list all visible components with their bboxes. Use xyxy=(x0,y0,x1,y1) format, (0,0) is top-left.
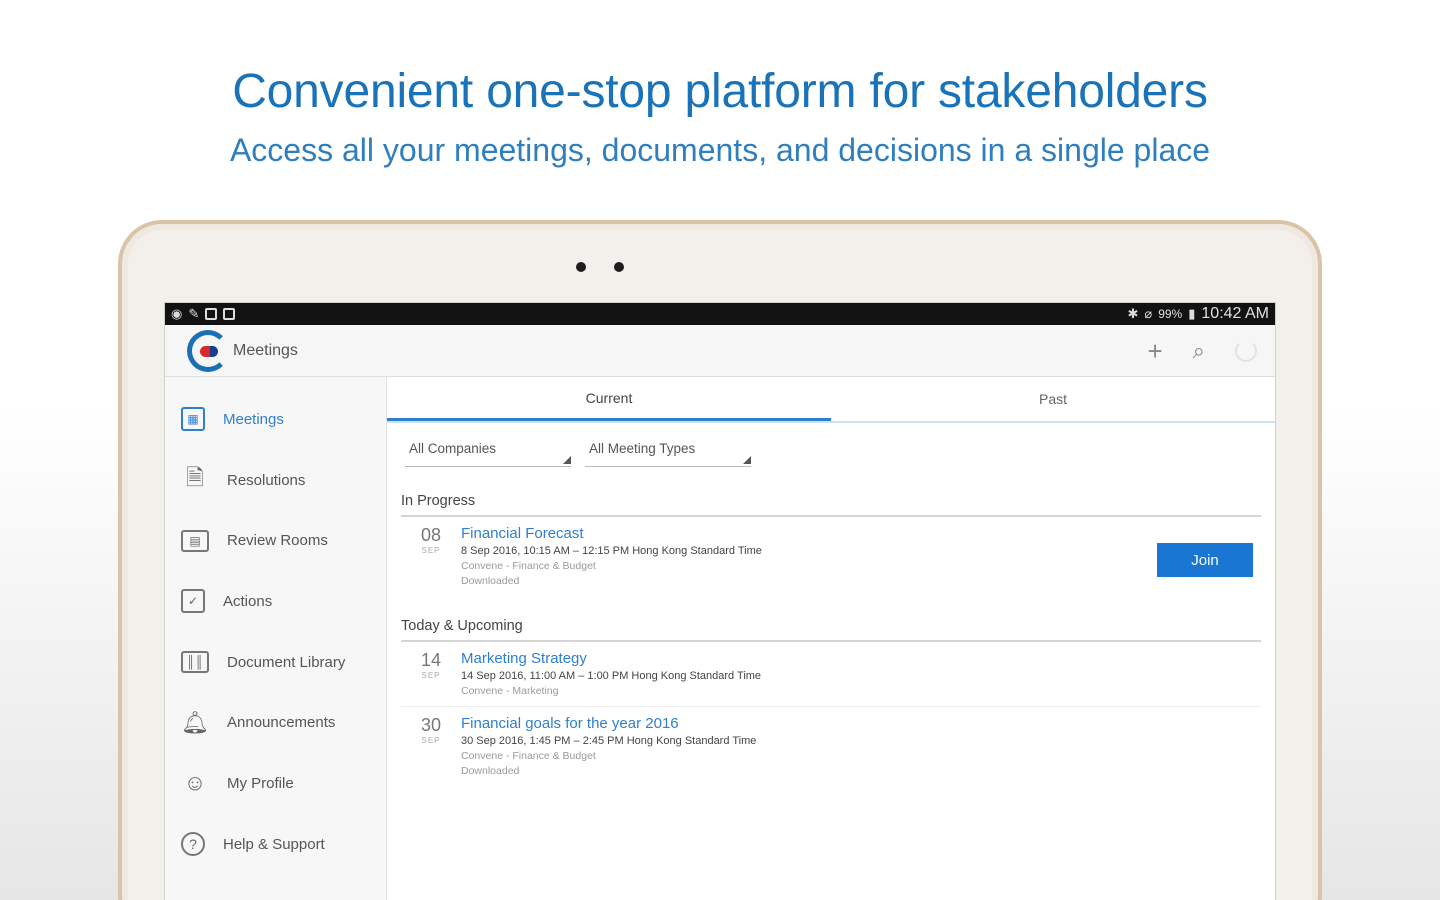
meeting-title[interactable]: Financial goals for the year 2016 xyxy=(461,715,756,732)
meeting-month: SEP xyxy=(421,671,441,680)
gallery-icon xyxy=(223,308,236,320)
meeting-row[interactable]: 30 SEP Financial goals for the year 2016… xyxy=(401,706,1261,786)
dropdown-arrow-icon xyxy=(743,456,751,464)
camera-dot xyxy=(576,262,586,272)
sidebar-item-actions[interactable]: ✓ Actions xyxy=(165,571,386,632)
sidebar-item-label: Announcements xyxy=(227,714,336,732)
headline: Convenient one-stop platform for stakeho… xyxy=(232,65,1208,118)
subheadline: Access all your meetings, documents, and… xyxy=(229,132,1211,168)
sidebar-item-meetings[interactable]: ▦ Meetings xyxy=(165,389,386,450)
document-icon: 🗎 xyxy=(186,465,204,491)
sidebar-item-label: Actions xyxy=(223,592,273,610)
sidebar-item-announcements[interactable]: 🔔︎ Announcements xyxy=(165,692,386,753)
sidebar-item-review-rooms[interactable]: ▤ Review Rooms xyxy=(165,510,386,571)
meeting-date: 30 SEP xyxy=(401,715,461,780)
meeting-time: 8 Sep 2016, 10:15 AM – 12:15 PM Hong Kon… xyxy=(461,545,762,557)
calendar-icon: ▦ xyxy=(181,407,205,432)
search-icon[interactable]: ⌕ xyxy=(1193,339,1205,362)
main-panel: Current Past All Companies All Meeting T… xyxy=(387,377,1275,900)
refresh-icon[interactable] xyxy=(1235,339,1257,362)
clipboard-check-icon: ✓ xyxy=(181,589,205,614)
sidebar-item-label: Review Rooms xyxy=(227,532,328,550)
sidebar-item-help-support[interactable]: ? Help & Support xyxy=(165,814,386,875)
sidebar-item-label: Document Library xyxy=(227,653,346,671)
filters: All Companies All Meeting Types xyxy=(387,423,1275,467)
sidebar-item-label: My Profile xyxy=(227,774,294,792)
meeting-month: SEP xyxy=(421,736,441,745)
meeting-day: 08 xyxy=(420,525,442,545)
meeting-month: SEP xyxy=(421,546,441,555)
meeting-row[interactable]: 08 SEP Financial Forecast 8 Sep 2016, 10… xyxy=(401,517,1261,596)
sidebar-item-my-profile[interactable]: ☺ My Profile xyxy=(165,753,386,814)
app-screen: ◉ ✎ ✱ ⌀ 99% ▮ 10:42 AM Meetings + ⌕ ▦ Me… xyxy=(164,302,1276,900)
meeting-types-dropdown[interactable]: All Meeting Types xyxy=(585,437,751,467)
image-icon xyxy=(205,308,218,320)
bluetooth-icon: ✱ xyxy=(1127,306,1139,321)
join-button[interactable]: Join xyxy=(1157,543,1253,577)
meeting-day: 30 xyxy=(420,715,442,735)
meeting-company: Convene - Marketing xyxy=(461,685,559,697)
app-title: Meetings xyxy=(233,341,298,359)
clock: 10:42 AM xyxy=(1201,305,1269,322)
meeting-company: Convene - Finance & Budget xyxy=(461,750,596,762)
meeting-status: Downloaded xyxy=(461,575,520,587)
add-icon[interactable]: + xyxy=(1147,338,1162,364)
tab-bar: Current Past xyxy=(387,377,1275,423)
wrench-icon: ✎ xyxy=(188,306,200,321)
companies-dropdown[interactable]: All Companies xyxy=(405,437,571,467)
meeting-time: 14 Sep 2016, 11:00 AM – 1:00 PM Hong Kon… xyxy=(461,670,762,682)
tab-past[interactable]: Past xyxy=(831,377,1275,421)
meeting-company: Convene - Finance & Budget xyxy=(461,560,596,572)
section-in-progress: In Progress xyxy=(401,493,1261,517)
sidebar: ▦ Meetings 🗎 Resolutions ▤ Review Rooms … xyxy=(165,377,387,900)
meeting-title[interactable]: Financial Forecast xyxy=(461,525,762,542)
meeting-title[interactable]: Marketing Strategy xyxy=(461,650,761,667)
battery-percent: 99% xyxy=(1158,307,1183,321)
meeting-day: 14 xyxy=(420,650,442,670)
sidebar-item-document-library[interactable]: ║║ Document Library xyxy=(165,632,386,693)
meeting-row[interactable]: 14 SEP Marketing Strategy 14 Sep 2016, 1… xyxy=(401,642,1261,706)
sidebar-item-label: Help & Support xyxy=(223,835,325,853)
tab-current[interactable]: Current xyxy=(387,377,831,421)
dropdown-arrow-icon xyxy=(563,456,571,464)
meeting-types-selected: All Meeting Types xyxy=(589,441,696,456)
meeting-date: 08 SEP xyxy=(401,525,461,590)
review-room-icon: ▤ xyxy=(181,529,209,552)
app-bar: Meetings + ⌕ xyxy=(165,325,1275,377)
sensor-dot xyxy=(614,262,624,272)
status-bar: ◉ ✎ ✱ ⌀ 99% ▮ 10:42 AM xyxy=(165,303,1275,325)
battery-icon: ▮ xyxy=(1188,306,1196,321)
globe-icon: ◉ xyxy=(171,306,183,321)
silent-icon: ⌀ xyxy=(1144,306,1153,321)
help-icon: ? xyxy=(181,832,205,857)
app-logo[interactable] xyxy=(187,329,229,372)
section-today-upcoming: Today & Upcoming xyxy=(401,618,1261,642)
meeting-date: 14 SEP xyxy=(401,650,461,700)
sidebar-item-label: Meetings xyxy=(223,410,284,428)
person-icon: ☺ xyxy=(183,770,207,796)
meeting-status: Downloaded xyxy=(461,765,520,777)
bell-icon: 🔔︎ xyxy=(181,709,209,735)
library-icon: ║║ xyxy=(181,651,209,674)
sidebar-item-label: Resolutions xyxy=(227,471,306,489)
sidebar-item-resolutions[interactable]: 🗎 Resolutions xyxy=(165,450,386,511)
meeting-time: 30 Sep 2016, 1:45 PM – 2:45 PM Hong Kong… xyxy=(461,735,757,747)
companies-selected: All Companies xyxy=(409,441,497,456)
